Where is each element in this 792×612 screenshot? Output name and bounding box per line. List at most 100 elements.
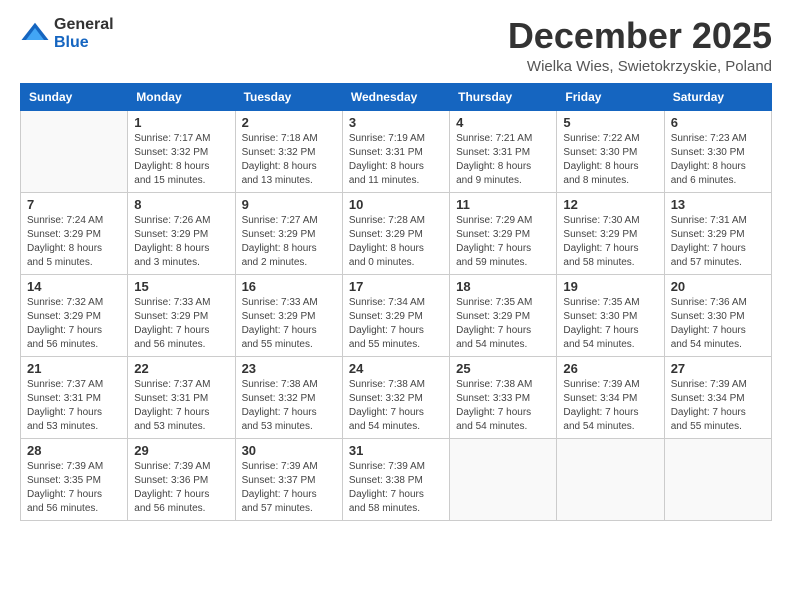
month-title: December 2025 bbox=[508, 16, 772, 56]
day-info: Sunrise: 7:19 AMSunset: 3:31 PMDaylight:… bbox=[349, 132, 443, 188]
day-info: Sunrise: 7:23 AMSunset: 3:30 PMDaylight:… bbox=[671, 132, 765, 188]
calendar-cell: 11Sunrise: 7:29 AMSunset: 3:29 PMDayligh… bbox=[450, 192, 557, 274]
day-number: 22 bbox=[134, 361, 228, 376]
calendar-header-row: Sunday Monday Tuesday Wednesday Thursday… bbox=[21, 83, 772, 110]
day-info: Sunrise: 7:33 AMSunset: 3:29 PMDaylight:… bbox=[242, 296, 336, 352]
calendar-cell: 7 Sunrise: 7:24 AMSunset: 3:29 PMDaylight… bbox=[21, 192, 128, 274]
day-info: Sunrise: 7:34 AMSunset: 3:29 PMDaylight:… bbox=[349, 296, 443, 352]
calendar-cell: 14 Sunrise: 7:32 AMSunset: 3:29 PMDayligh… bbox=[21, 274, 128, 356]
calendar-cell bbox=[450, 438, 557, 520]
day-number: 1 bbox=[134, 115, 228, 130]
day-info: Sunrise: 7:39 AMSunset: 3:34 PMDaylight:… bbox=[563, 378, 657, 434]
header-wednesday: Wednesday bbox=[342, 83, 449, 110]
day-number: 21 bbox=[27, 361, 121, 376]
calendar-cell: 12 Sunrise: 7:30 AMSunset: 3:29 PMDayligh… bbox=[557, 192, 664, 274]
calendar-cell: 31Sunrise: 7:39 AMSunset: 3:38 PMDayligh… bbox=[342, 438, 449, 520]
day-number: 12 bbox=[563, 197, 657, 212]
day-number: 26 bbox=[563, 361, 657, 376]
calendar-cell bbox=[664, 438, 771, 520]
day-number: 4 bbox=[456, 115, 550, 130]
calendar-cell: 10 Sunrise: 7:28 AMSunset: 3:29 PMDayligh… bbox=[342, 192, 449, 274]
day-info: Sunrise: 7:26 AMSunset: 3:29 PMDaylight:… bbox=[134, 214, 228, 270]
day-info: Sunrise: 7:38 AMSunset: 3:32 PMDaylight:… bbox=[242, 378, 336, 434]
day-number: 28 bbox=[27, 443, 121, 458]
day-info: Sunrise: 7:37 AMSunset: 3:31 PMDaylight:… bbox=[134, 378, 228, 434]
day-number: 20 bbox=[671, 279, 765, 294]
day-info: Sunrise: 7:32 AMSunset: 3:29 PMDaylight:… bbox=[27, 296, 121, 352]
header-monday: Monday bbox=[128, 83, 235, 110]
day-number: 27 bbox=[671, 361, 765, 376]
calendar-week-2: 7 Sunrise: 7:24 AMSunset: 3:29 PMDaylight… bbox=[21, 192, 772, 274]
day-number: 3 bbox=[349, 115, 443, 130]
day-number: 23 bbox=[242, 361, 336, 376]
day-info: Sunrise: 7:38 AMSunset: 3:33 PMDaylight:… bbox=[456, 378, 550, 434]
calendar-cell: 28 Sunrise: 7:39 AMSunset: 3:35 PMDayligh… bbox=[21, 438, 128, 520]
day-info: Sunrise: 7:22 AMSunset: 3:30 PMDaylight:… bbox=[563, 132, 657, 188]
calendar-cell: 4 Sunrise: 7:21 AMSunset: 3:31 PMDaylight… bbox=[450, 110, 557, 192]
day-number: 17 bbox=[349, 279, 443, 294]
calendar-cell: 29 Sunrise: 7:39 AMSunset: 3:36 PMDayligh… bbox=[128, 438, 235, 520]
calendar-cell: 24Sunrise: 7:38 AMSunset: 3:32 PMDayligh… bbox=[342, 356, 449, 438]
day-info: Sunrise: 7:39 AMSunset: 3:35 PMDaylight:… bbox=[27, 460, 121, 516]
calendar-week-3: 14 Sunrise: 7:32 AMSunset: 3:29 PMDayligh… bbox=[21, 274, 772, 356]
header-thursday: Thursday bbox=[450, 83, 557, 110]
calendar-cell: 19 Sunrise: 7:35 AMSunset: 3:30 PMDayligh… bbox=[557, 274, 664, 356]
calendar-cell: 9 Sunrise: 7:27 AMSunset: 3:29 PMDaylight… bbox=[235, 192, 342, 274]
day-info: Sunrise: 7:36 AMSunset: 3:30 PMDaylight:… bbox=[671, 296, 765, 352]
day-info: Sunrise: 7:24 AMSunset: 3:29 PMDaylight:… bbox=[27, 214, 121, 270]
day-number: 10 bbox=[349, 197, 443, 212]
calendar-cell: 8 Sunrise: 7:26 AMSunset: 3:29 PMDaylight… bbox=[128, 192, 235, 274]
day-info: Sunrise: 7:35 AMSunset: 3:30 PMDaylight:… bbox=[563, 296, 657, 352]
day-info: Sunrise: 7:30 AMSunset: 3:29 PMDaylight:… bbox=[563, 214, 657, 270]
day-info: Sunrise: 7:21 AMSunset: 3:31 PMDaylight:… bbox=[456, 132, 550, 188]
calendar-cell: 22 Sunrise: 7:37 AMSunset: 3:31 PMDayligh… bbox=[128, 356, 235, 438]
calendar-cell bbox=[21, 110, 128, 192]
day-info: Sunrise: 7:35 AMSunset: 3:29 PMDaylight:… bbox=[456, 296, 550, 352]
day-info: Sunrise: 7:18 AMSunset: 3:32 PMDaylight:… bbox=[242, 132, 336, 188]
calendar-cell: 2 Sunrise: 7:18 AMSunset: 3:32 PMDaylight… bbox=[235, 110, 342, 192]
logo-icon bbox=[20, 19, 50, 49]
day-number: 8 bbox=[134, 197, 228, 212]
day-number: 19 bbox=[563, 279, 657, 294]
logo-blue: Blue bbox=[54, 34, 89, 51]
calendar-week-5: 28 Sunrise: 7:39 AMSunset: 3:35 PMDayligh… bbox=[21, 438, 772, 520]
day-number: 25 bbox=[456, 361, 550, 376]
calendar-cell: 18 Sunrise: 7:35 AMSunset: 3:29 PMDayligh… bbox=[450, 274, 557, 356]
calendar-cell: 17 Sunrise: 7:34 AMSunset: 3:29 PMDayligh… bbox=[342, 274, 449, 356]
day-number: 29 bbox=[134, 443, 228, 458]
day-info: Sunrise: 7:39 AMSunset: 3:36 PMDaylight:… bbox=[134, 460, 228, 516]
calendar-week-1: 1 Sunrise: 7:17 AMSunset: 3:32 PMDaylight… bbox=[21, 110, 772, 192]
calendar-cell: 26 Sunrise: 7:39 AMSunset: 3:34 PMDayligh… bbox=[557, 356, 664, 438]
calendar-cell: 16 Sunrise: 7:33 AMSunset: 3:29 PMDayligh… bbox=[235, 274, 342, 356]
calendar-cell: 5 Sunrise: 7:22 AMSunset: 3:30 PMDaylight… bbox=[557, 110, 664, 192]
day-info: Sunrise: 7:33 AMSunset: 3:29 PMDaylight:… bbox=[134, 296, 228, 352]
day-info: Sunrise: 7:17 AMSunset: 3:32 PMDaylight:… bbox=[134, 132, 228, 188]
day-info: Sunrise: 7:38 AMSunset: 3:32 PMDaylight:… bbox=[349, 378, 443, 434]
day-info: Sunrise: 7:39 AMSunset: 3:38 PMDaylight:… bbox=[349, 460, 443, 516]
logo: General Blue bbox=[20, 16, 114, 52]
day-number: 9 bbox=[242, 197, 336, 212]
day-info: Sunrise: 7:29 AMSunset: 3:29 PMDaylight:… bbox=[456, 214, 550, 270]
day-info: Sunrise: 7:39 AMSunset: 3:34 PMDaylight:… bbox=[671, 378, 765, 434]
day-number: 18 bbox=[456, 279, 550, 294]
calendar-cell bbox=[557, 438, 664, 520]
calendar-cell: 30Sunrise: 7:39 AMSunset: 3:37 PMDayligh… bbox=[235, 438, 342, 520]
day-info: Sunrise: 7:28 AMSunset: 3:29 PMDaylight:… bbox=[349, 214, 443, 270]
calendar-cell: 23 Sunrise: 7:38 AMSunset: 3:32 PMDayligh… bbox=[235, 356, 342, 438]
calendar-cell: 27 Sunrise: 7:39 AMSunset: 3:34 PMDayligh… bbox=[664, 356, 771, 438]
day-info: Sunrise: 7:31 AMSunset: 3:29 PMDaylight:… bbox=[671, 214, 765, 270]
day-info: Sunrise: 7:37 AMSunset: 3:31 PMDaylight:… bbox=[27, 378, 121, 434]
calendar-cell: 13Sunrise: 7:31 AMSunset: 3:29 PMDayligh… bbox=[664, 192, 771, 274]
header-sunday: Sunday bbox=[21, 83, 128, 110]
day-number: 16 bbox=[242, 279, 336, 294]
day-number: 7 bbox=[27, 197, 121, 212]
day-number: 30 bbox=[242, 443, 336, 458]
day-info: Sunrise: 7:27 AMSunset: 3:29 PMDaylight:… bbox=[242, 214, 336, 270]
header-saturday: Saturday bbox=[664, 83, 771, 110]
calendar-cell: 6Sunrise: 7:23 AMSunset: 3:30 PMDaylight… bbox=[664, 110, 771, 192]
day-number: 5 bbox=[563, 115, 657, 130]
logo-text: General Blue bbox=[54, 16, 114, 52]
day-number: 14 bbox=[27, 279, 121, 294]
day-number: 2 bbox=[242, 115, 336, 130]
location-title: Wielka Wies, Swietokrzyskie, Poland bbox=[508, 58, 772, 75]
